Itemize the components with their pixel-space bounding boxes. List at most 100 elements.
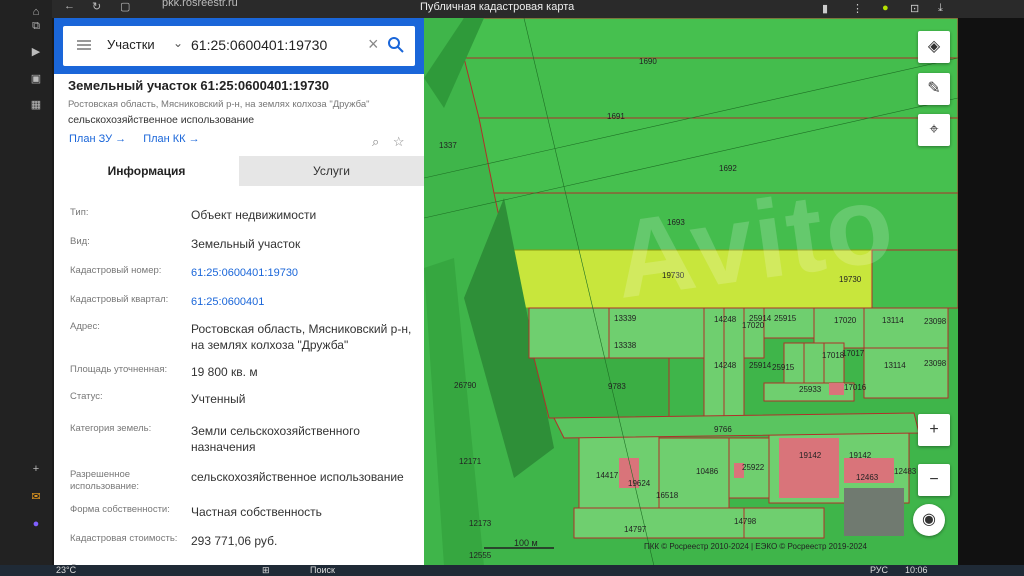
parcel-label: 13114 [882, 316, 904, 325]
profile-icon[interactable]: ⊡ [910, 2, 919, 15]
zoom-in-button[interactable]: + [918, 414, 950, 446]
locate-icon: ◉ [922, 511, 936, 528]
extension-icon[interactable]: ● [882, 2, 889, 14]
back-icon[interactable]: ← [64, 0, 75, 12]
header-actions: ⌕ ☆ [372, 134, 405, 150]
info-value: сельскохозяйственное использование [191, 470, 404, 484]
add-icon[interactable]: + [28, 463, 44, 477]
info-key: Статус: [70, 391, 103, 402]
info-key: Адрес: [70, 321, 100, 332]
info-key: Категория земель: [70, 423, 152, 434]
search-input[interactable] [191, 37, 351, 53]
plan-zu-link[interactable]: План ЗУ → [69, 133, 126, 145]
info-value[interactable]: 61:25:0600401:19730 [191, 265, 416, 281]
tab-info[interactable]: Информация [54, 156, 239, 186]
parcel-label: 19142 [849, 451, 872, 460]
parcel-label: 13338 [614, 341, 637, 350]
layers-button[interactable]: ◈ [918, 31, 950, 63]
info-key: Разрешенное использование: [70, 469, 140, 492]
parcel-label: 14248 [714, 315, 737, 324]
play-icon[interactable]: ▶ [28, 45, 44, 59]
search-type-select[interactable]: Участки [107, 37, 155, 52]
windows-start-icon[interactable]: ⊞ [262, 565, 270, 576]
parcel-label: 23098 [924, 359, 947, 368]
parcel-label: 12171 [459, 457, 482, 466]
info-key: Площадь уточненная: [70, 364, 168, 375]
crosshair-button[interactable]: ⌖ [918, 114, 950, 146]
info-key: Форма собственности: [70, 504, 170, 515]
crosshair-icon: ⌖ [929, 121, 939, 138]
parcel-label: 25922 [742, 463, 765, 472]
info-value[interactable]: 61:25:0600401 [191, 294, 416, 310]
parcel-label: 17020 [834, 316, 857, 325]
plan-kk-link[interactable]: План КК → [143, 133, 199, 145]
info-value: Объект недвижимости [191, 208, 317, 222]
menu-hamburger-icon[interactable] [77, 40, 91, 50]
apps-icon[interactable]: ▦ [28, 98, 44, 112]
ruler-button[interactable]: ✎ [918, 73, 950, 105]
map-scale: 100 м [514, 538, 538, 548]
info-key: Вид: [70, 236, 90, 247]
parcel-label: 12483 [894, 467, 917, 476]
search-box: Участки ⌄ × [63, 26, 415, 66]
info-value: Земельный участок [191, 237, 301, 251]
parcel-label: 19142 [799, 451, 822, 460]
info-value: Учтенный [191, 392, 246, 406]
info-value: Ростовская область, Мясниковский р-н, на… [191, 322, 412, 352]
parcel-label: 25933 [799, 385, 822, 394]
parcel-address: Ростовская область, Мясниковский р-н, на… [68, 99, 370, 110]
cadastral-map[interactable]: 1690 1691 1692 1693 19730 19730 1337 13339 13338… [424, 18, 958, 566]
map-copyright: ПКК © Росреестр 2010-2024 | ЕЭКО © Росре… [644, 542, 867, 551]
weather[interactable]: 23°C [56, 565, 76, 575]
parcel-label: 17016 [844, 383, 867, 392]
zoom-out-button[interactable]: − [918, 464, 950, 496]
locate-on-map-icon[interactable]: ⌕ [372, 134, 379, 149]
tab-services[interactable]: Услуги [239, 156, 424, 186]
address-bar[interactable]: pkk.rosreestr.ru [162, 0, 238, 9]
browser-chrome: ← ↻ ▢ pkk.rosreestr.ru Публичная кадастр… [0, 0, 1024, 18]
alice-icon[interactable]: ● [28, 518, 44, 532]
info-panel: Участки ⌄ × Земельный участок 61:25:0600… [54, 18, 424, 566]
taskbar-search[interactable]: Поиск [310, 565, 335, 575]
info-key: Кадастровый номер: [70, 265, 162, 276]
info-value: 293 771,06 руб. [191, 534, 278, 548]
favorite-star-icon[interactable]: ☆ [393, 134, 405, 149]
download-icon[interactable]: ⤓ [938, 2, 943, 15]
collections-icon[interactable]: ⧉ [28, 20, 44, 34]
parcel-label: 25915 [772, 363, 795, 372]
parcel-label: 14797 [624, 525, 647, 534]
clock: 10:06 [905, 565, 928, 575]
mail-icon[interactable]: ✉ [28, 490, 44, 504]
calendar-icon[interactable]: ▣ [28, 72, 44, 86]
info-value: Частная собственность [191, 505, 322, 519]
parcel-label: 26790 [454, 381, 477, 390]
parcel-label: 14798 [734, 517, 757, 526]
parcel-use: сельскохозяйственное использование [68, 114, 255, 126]
browser-sidebar: ⌂ ⧉ ▶ ▣ ▦ + ✉ ● [0, 0, 52, 565]
refresh-icon[interactable]: ↻ [92, 0, 101, 13]
taskbar: 23°C ⊞ Поиск РУС 10:06 [0, 565, 1024, 576]
menu-icon[interactable]: ⋮ [852, 2, 863, 15]
parcel-label: 13114 [884, 361, 906, 370]
parcel-label: 19624 [628, 479, 651, 488]
bookmark-icon[interactable]: ▮ [822, 2, 828, 15]
info-key: Кадастровая стоимость: [70, 533, 178, 544]
search-bar: Участки ⌄ × [54, 18, 424, 74]
parcel-label: 25915 [774, 314, 797, 323]
screen-bezel [958, 18, 1024, 565]
parcel-label: 1337 [439, 141, 457, 150]
home-icon[interactable]: ⌂ [28, 6, 44, 20]
chevron-down-icon[interactable]: ⌄ [173, 36, 183, 50]
info-value: Земли сельскохозяйственного назначения [191, 424, 360, 454]
info-locate-button[interactable]: ◉ [913, 504, 945, 536]
info-key: Тип: [70, 207, 89, 218]
search-icon[interactable] [387, 36, 405, 54]
parcel-label: 12463 [856, 473, 879, 482]
clear-icon[interactable]: × [368, 34, 379, 55]
parcel-label: 1691 [607, 112, 625, 121]
ruler-icon: ✎ [927, 80, 941, 97]
parcel-label: 10486 [696, 467, 719, 476]
parcel-label: 23098 [924, 317, 947, 326]
language: РУС [870, 565, 889, 575]
parcel-label: 1692 [719, 164, 737, 173]
